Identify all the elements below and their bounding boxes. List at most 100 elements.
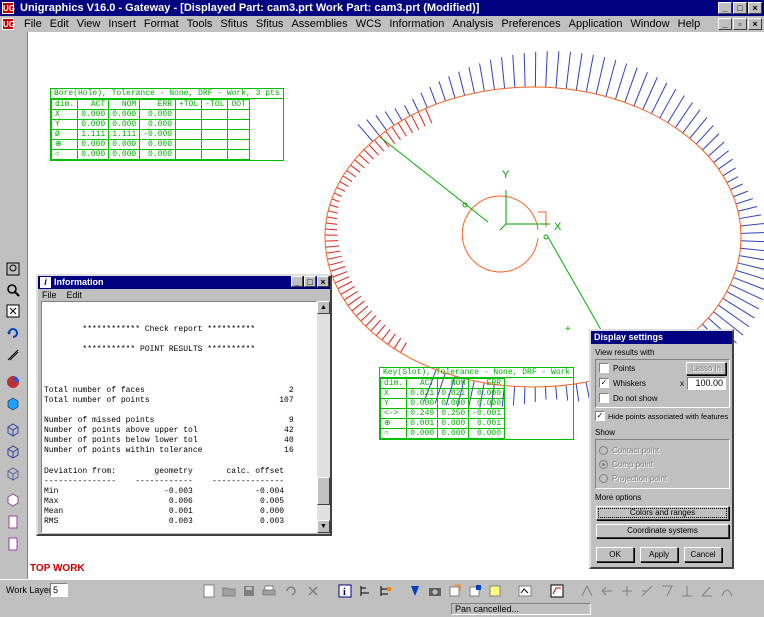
menu-item-assemblies[interactable]: Assemblies (287, 17, 351, 31)
angle-icon[interactable] (698, 583, 716, 599)
snapshot-icon[interactable] (516, 583, 534, 599)
pan-icon[interactable] (4, 346, 22, 364)
show-label: Show (595, 428, 616, 437)
info-close-button[interactable]: × (317, 276, 329, 287)
doc-minimize-button[interactable]: _ (718, 18, 732, 30)
info-menu: File Edit (42, 290, 82, 300)
info-list-icon[interactable] (356, 583, 374, 599)
whisker-line (429, 86, 437, 105)
import-icon[interactable] (466, 583, 484, 599)
point-icon[interactable] (578, 583, 596, 599)
minimize-button[interactable]: _ (718, 2, 732, 14)
layer-icon[interactable] (4, 513, 22, 531)
whiskers-checkbox[interactable]: ✓ (599, 378, 609, 388)
doc-close-button[interactable]: × (748, 18, 762, 30)
wireframe-cube-icon[interactable] (4, 421, 22, 439)
save-icon[interactable] (240, 583, 258, 599)
menu-item-sfitus[interactable]: Sfitus (216, 17, 252, 31)
fit-icon[interactable] (4, 302, 22, 320)
display-settings-icon[interactable] (548, 583, 566, 599)
menu-item-format[interactable]: Format (140, 17, 183, 31)
menu-item-help[interactable]: Help (674, 17, 705, 31)
info-menu-file[interactable]: File (42, 290, 57, 300)
colors-ranges-button[interactable]: Colors and ranges (596, 506, 729, 520)
contact-point-radio[interactable] (599, 446, 608, 455)
whisker-line (373, 139, 385, 152)
menu-item-application[interactable]: Application (565, 17, 627, 31)
menu-item-view[interactable]: View (73, 17, 105, 31)
menu-item-insert[interactable]: Insert (104, 17, 140, 31)
maximize-button[interactable]: □ (733, 2, 747, 14)
menu-item-edit[interactable]: Edit (46, 17, 73, 31)
menu-item-information[interactable]: Information (385, 17, 448, 31)
whisker-line (387, 333, 396, 345)
more-options-label: More options (595, 493, 642, 502)
window-controls: _ □ × (718, 2, 762, 14)
undo-icon[interactable] (282, 583, 300, 599)
menu-item-file[interactable]: File (20, 17, 46, 31)
projection-point-radio[interactable] (599, 474, 608, 483)
menu-item-tools[interactable]: Tools (183, 17, 217, 31)
camera-icon[interactable] (426, 583, 444, 599)
apply-button[interactable]: Apply (640, 547, 678, 562)
menu-item-wcs[interactable]: WCS (352, 17, 386, 31)
zoom-icon[interactable] (4, 281, 22, 299)
hide-points-checkbox[interactable]: ✓ (595, 411, 605, 421)
points-checkbox[interactable] (599, 363, 609, 373)
doc-restore-button[interactable]: ▫ (733, 18, 747, 30)
part-icon[interactable] (4, 491, 22, 509)
do-not-show-checkbox[interactable] (599, 393, 609, 403)
tangent-icon[interactable] (658, 583, 676, 599)
normal-icon[interactable] (678, 583, 696, 599)
ok-button[interactable]: OK (596, 547, 634, 562)
whisker-line (735, 269, 764, 280)
whisker-line (326, 250, 341, 254)
curve-icon[interactable] (718, 583, 736, 599)
info-menu-edit[interactable]: Edit (67, 290, 83, 300)
rotate-icon[interactable] (4, 324, 22, 342)
scroll-thumb[interactable] (317, 477, 330, 505)
table-cell: 1.111 (77, 129, 110, 140)
scroll-down-icon[interactable]: ▼ (317, 520, 330, 533)
comp-point-radio[interactable] (599, 460, 608, 469)
whisker-scale-input[interactable]: 100.00 (687, 377, 726, 390)
info-minimize-button[interactable]: _ (291, 276, 303, 287)
page-icon[interactable] (4, 535, 22, 553)
scroll-up-icon[interactable]: ▲ (317, 301, 330, 314)
info-scrollbar[interactable]: ▲ ▼ (317, 301, 330, 533)
info-tree-icon[interactable] (376, 583, 394, 599)
close-button[interactable]: × (748, 2, 762, 14)
information-icon[interactable]: i (336, 583, 354, 599)
report-icon[interactable] (486, 583, 504, 599)
menu-item-sfitus[interactable]: Sfitus (252, 17, 288, 31)
document-window-controls: _ ▫ × (718, 18, 762, 30)
whisker-line (614, 63, 628, 100)
line-icon[interactable] (638, 583, 656, 599)
menu-item-analysis[interactable]: Analysis (448, 17, 497, 31)
hidden-line-icon[interactable] (4, 443, 22, 461)
table-header: dim. (50, 99, 79, 110)
work-layer-input[interactable]: 5 (50, 583, 68, 597)
whisker-line (722, 167, 736, 177)
zoom-window-icon[interactable] (4, 260, 22, 278)
new-icon[interactable] (200, 583, 218, 599)
doc-logo-icon[interactable]: UG (2, 18, 15, 30)
cross-icon[interactable] (618, 583, 636, 599)
lasso-in-button[interactable]: Lasso in (686, 362, 726, 375)
coordinate-systems-button[interactable]: Coordinate systems (596, 524, 729, 538)
menu-item-window[interactable]: Window (627, 17, 674, 31)
print-icon[interactable] (260, 583, 278, 599)
open-icon[interactable] (220, 583, 238, 599)
arrow-icon[interactable] (598, 583, 616, 599)
info-maximize-button[interactable]: □ (304, 276, 316, 287)
probe-icon[interactable] (406, 583, 424, 599)
cancel-button[interactable]: Cancel (684, 547, 722, 562)
shaded-edges-icon[interactable] (4, 465, 22, 483)
solid-cube-icon[interactable] (4, 395, 22, 413)
info-text-area[interactable]: ************ Check report ********** ***… (41, 301, 317, 533)
export-icon[interactable] (446, 583, 464, 599)
menu-item-preferences[interactable]: Preferences (497, 17, 564, 31)
table-cell: 0.000 (468, 428, 506, 439)
delete-icon[interactable] (304, 583, 322, 599)
shaded-icon[interactable] (4, 373, 22, 391)
